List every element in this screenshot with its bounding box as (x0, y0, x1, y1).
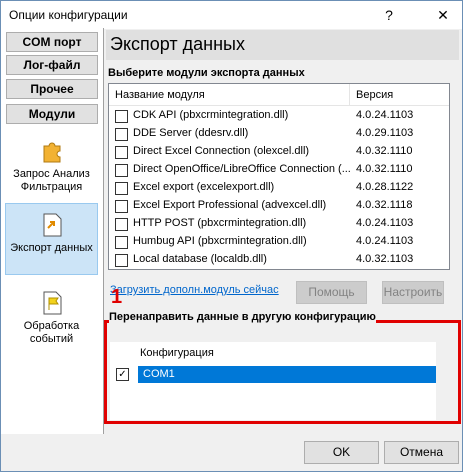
tab-modules[interactable]: Модули (6, 104, 98, 124)
title-bar: Опции конфигурации ? ✕ (1, 1, 462, 29)
sidebar-item-data-export[interactable]: Экспорт данных (5, 203, 98, 275)
table-row[interactable]: Excel export (excelexport.dll) 4.0.28.112… (109, 180, 449, 197)
column-header-config: Конфигурация (140, 347, 214, 359)
modules-list[interactable]: Название модуля Версия CDK API (pbxcrmin… (108, 83, 450, 270)
main-panel: Экспорт данных Выберите модули экспорта … (104, 28, 462, 434)
sidebar-item-label: Запрос Анализ Фильтрация (13, 168, 90, 193)
table-row[interactable]: Excel Export Professional (advexcel.dll)… (109, 198, 449, 215)
redirect-section-label: Перенаправить данные в другую конфигурац… (109, 311, 376, 323)
list-item[interactable]: ✓ COM1 (110, 366, 436, 383)
table-row[interactable]: DDE Server (ddesrv.dll) 4.0.29.1103 (109, 126, 449, 143)
list-header: Название модуля Версия (109, 84, 449, 106)
module-checkbox[interactable] (115, 200, 128, 213)
table-row[interactable]: Local database (localdb.dll) 4.0.32.1103 (109, 252, 449, 269)
table-row[interactable]: Direct OpenOffice/LibreOffice Connection… (109, 162, 449, 179)
config-list[interactable]: Конфигурация ✓ COM1 (110, 342, 436, 420)
module-checkbox[interactable] (115, 128, 128, 141)
close-icon[interactable]: ✕ (424, 1, 462, 29)
download-module-link[interactable]: Загрузить дополн.модуль сейчас (110, 284, 279, 296)
module-checkbox[interactable] (115, 218, 128, 231)
module-name: Direct Excel Connection (olexcel.dll) (133, 145, 310, 157)
module-name: Excel export (excelexport.dll) (133, 181, 275, 193)
module-version: 4.0.29.1103 (356, 127, 414, 139)
column-header-name[interactable]: Название модуля (115, 89, 205, 101)
table-row[interactable]: CDK API (pbxcrmintegration.dll) 4.0.24.11… (109, 108, 449, 125)
module-name: DDE Server (ddesrv.dll) (133, 127, 249, 139)
dialog-footer: OK Отмена (1, 434, 462, 471)
module-version: 4.0.32.1118 (356, 199, 413, 211)
config-name: COM1 (138, 366, 436, 383)
puzzle-icon (43, 142, 60, 163)
help-button[interactable]: Помощь (296, 281, 367, 304)
redirect-highlight-box: Перенаправить данные в другую конфигурац… (104, 311, 461, 424)
module-checkbox[interactable] (115, 110, 128, 123)
config-checkbox[interactable]: ✓ (116, 368, 129, 381)
module-name: Humbug API (pbxcrmintegration.dll) (133, 235, 307, 247)
column-divider (349, 84, 350, 106)
module-checkbox[interactable] (115, 254, 128, 267)
module-checkbox[interactable] (115, 146, 128, 159)
table-row[interactable]: HTTP POST (pbxcrmintegration.dll) 4.0.24.… (109, 216, 449, 233)
module-name: CDK API (pbxcrmintegration.dll) (133, 109, 289, 121)
module-checkbox[interactable] (115, 164, 128, 177)
sidebar-item-query-filter[interactable]: Запрос Анализ Фильтрация (5, 138, 98, 198)
column-header-version[interactable]: Версия (356, 89, 393, 101)
config-options-dialog: Опции конфигурации ? ✕ COM порт Лог-файл… (0, 0, 463, 472)
module-version: 4.0.32.1110 (356, 163, 413, 175)
module-name: Direct OpenOffice/LibreOffice Connection… (133, 163, 351, 175)
help-icon[interactable]: ? (379, 5, 399, 25)
module-name: Local database (localdb.dll) (133, 253, 267, 265)
module-name: Excel Export Professional (advexcel.dll) (133, 199, 327, 211)
module-name: HTTP POST (pbxcrmintegration.dll) (133, 217, 307, 229)
module-version: 4.0.24.1103 (356, 109, 414, 121)
table-row[interactable]: Humbug API (pbxcrmintegration.dll) 4.0.24… (109, 234, 449, 251)
annotation-marker: 1 (111, 286, 123, 308)
export-doc-icon (43, 213, 61, 237)
module-version: 4.0.32.1103 (356, 253, 414, 265)
tab-com-port[interactable]: COM порт (6, 32, 98, 52)
tab-misc[interactable]: Прочее (6, 79, 98, 99)
module-version: 4.0.24.1103 (356, 217, 414, 229)
sidebar-item-label: Обработка событий (23, 320, 80, 345)
module-checkbox[interactable] (115, 236, 128, 249)
window-title: Опции конфигурации (9, 8, 128, 22)
tab-log-file[interactable]: Лог-файл (6, 55, 98, 75)
table-row[interactable]: Direct Excel Connection (olexcel.dll) 4.0… (109, 144, 449, 161)
setup-button[interactable]: Настроить (382, 281, 444, 304)
modules-section-label: Выберите модули экспорта данных (108, 67, 305, 79)
sidebar-item-label: Экспорт данных (10, 242, 93, 254)
ok-button[interactable]: OK (304, 441, 379, 464)
page-title: Экспорт данных (106, 30, 459, 60)
module-checkbox[interactable] (115, 182, 128, 195)
flag-doc-icon (43, 291, 61, 315)
module-version: 4.0.24.1103 (356, 235, 414, 247)
sidebar-item-event-handling[interactable]: Обработка событий (5, 290, 98, 354)
module-version: 4.0.28.1122 (356, 181, 414, 193)
cancel-button[interactable]: Отмена (384, 441, 459, 464)
sidebar: COM порт Лог-файл Прочее Модули Запрос А… (1, 28, 104, 434)
module-version: 4.0.32.1110 (356, 145, 413, 157)
